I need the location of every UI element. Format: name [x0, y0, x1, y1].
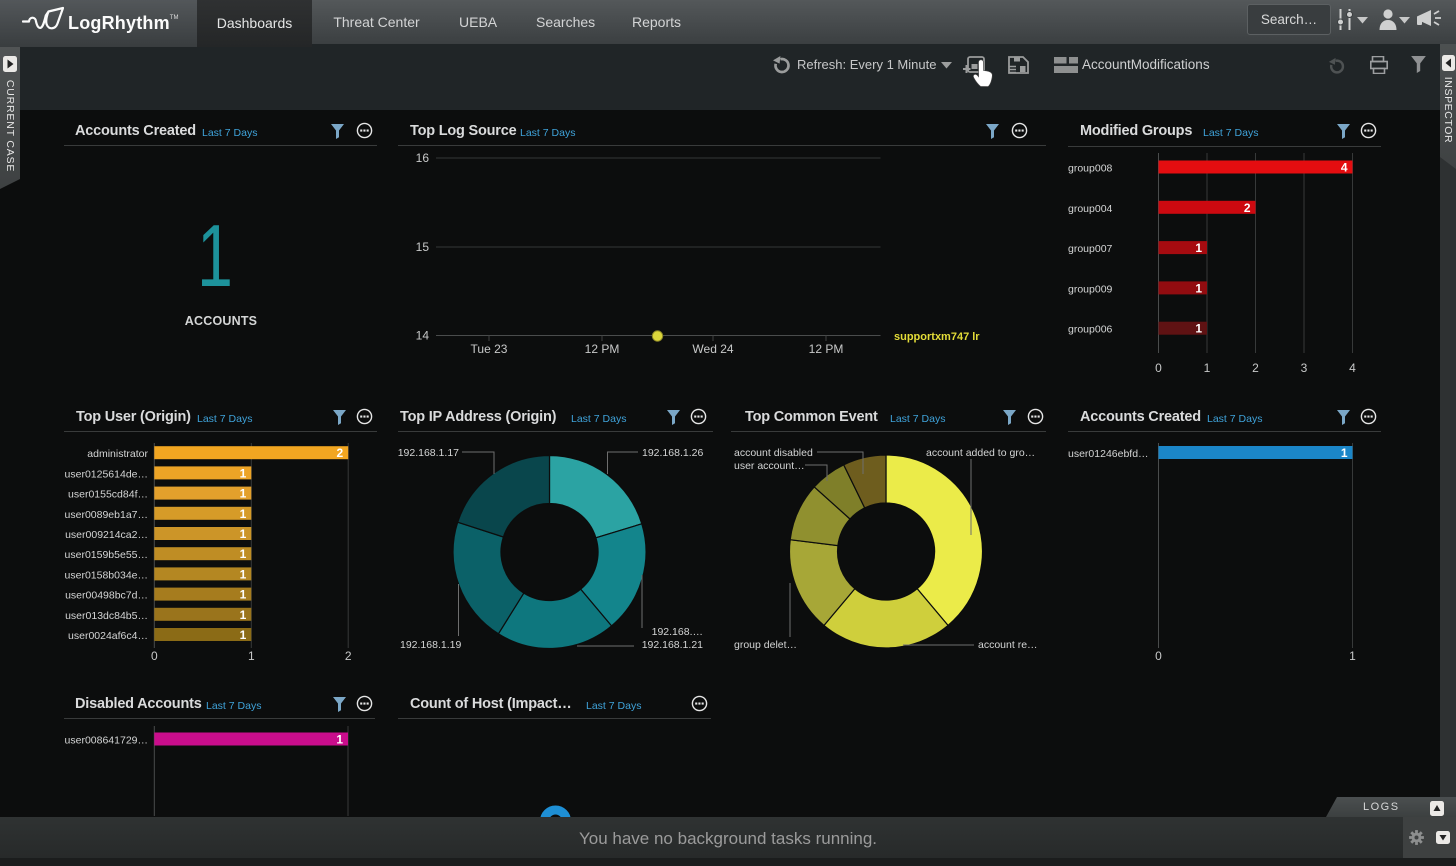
svg-text:1: 1: [1195, 322, 1202, 336]
svg-text:192.168.1.26: 192.168.1.26: [642, 447, 703, 459]
svg-text:user013dc84b5…: user013dc84b5…: [65, 610, 148, 622]
svg-text:user009214ca2…: user009214ca2…: [65, 529, 148, 541]
svg-text:user008641729…: user008641729…: [65, 735, 148, 747]
svg-text:group009: group009: [1068, 283, 1113, 295]
svg-text:user0155cd84f…: user0155cd84f…: [68, 489, 148, 501]
svg-text:192.168.1.17: 192.168.1.17: [398, 447, 459, 459]
svg-text:Tue 23: Tue 23: [471, 342, 508, 356]
svg-text:1: 1: [240, 527, 247, 541]
svg-text:account re…: account re…: [978, 639, 1038, 651]
svg-text:1: 1: [240, 608, 247, 622]
svg-text:1: 1: [240, 487, 247, 501]
svg-text:group004: group004: [1068, 203, 1113, 215]
svg-text:0: 0: [1155, 649, 1162, 663]
svg-text:1: 1: [240, 628, 247, 642]
svg-text:group006: group006: [1068, 324, 1113, 336]
svg-text:192.168.…: 192.168.…: [652, 626, 703, 638]
svg-text:user0158b034e…: user0158b034e…: [65, 569, 148, 581]
svg-text:1: 1: [1349, 649, 1356, 663]
svg-text:1: 1: [240, 567, 247, 581]
svg-text:4: 4: [1349, 361, 1356, 375]
svg-text:12 PM: 12 PM: [809, 342, 844, 356]
svg-text:user00498bc7d…: user00498bc7d…: [65, 590, 148, 602]
svg-text:1: 1: [1195, 241, 1202, 255]
svg-text:1: 1: [240, 466, 247, 480]
svg-text:0: 0: [1155, 361, 1162, 375]
svg-text:2: 2: [1244, 201, 1251, 215]
svg-text:Wed 24: Wed 24: [692, 342, 733, 356]
svg-text:192.168.1.19: 192.168.1.19: [400, 639, 461, 651]
svg-text:administrator: administrator: [87, 448, 148, 460]
svg-text:3: 3: [1301, 361, 1308, 375]
svg-text:12 PM: 12 PM: [585, 342, 620, 356]
svg-text:1: 1: [1195, 281, 1202, 295]
svg-text:0: 0: [151, 649, 158, 663]
svg-text:user0024af6c4…: user0024af6c4…: [68, 630, 148, 642]
svg-text:14: 14: [416, 329, 430, 343]
svg-text:16: 16: [416, 151, 430, 165]
svg-text:account disabled: account disabled: [734, 447, 813, 459]
svg-text:1: 1: [1341, 446, 1348, 460]
svg-text:2: 2: [345, 649, 352, 663]
svg-text:15: 15: [416, 240, 430, 254]
svg-text:account added to gro…: account added to gro…: [926, 447, 1035, 459]
svg-text:user0089eb1a7…: user0089eb1a7…: [65, 509, 148, 521]
svg-text:1: 1: [240, 507, 247, 521]
svg-text:user01246ebfd…: user01246ebfd…: [1068, 448, 1149, 460]
svg-text:2: 2: [337, 446, 344, 460]
svg-text:user0125614de…: user0125614de…: [65, 468, 148, 480]
svg-text:group delet…: group delet…: [734, 639, 797, 651]
svg-text:user account…: user account…: [734, 460, 805, 472]
svg-text:1: 1: [336, 733, 343, 747]
svg-text:group007: group007: [1068, 243, 1113, 255]
svg-text:1: 1: [248, 649, 255, 663]
svg-text:1: 1: [1204, 361, 1211, 375]
svg-text:group008: group008: [1068, 163, 1113, 175]
svg-text:supportxm747 lr: supportxm747 lr: [894, 331, 980, 343]
svg-text:4: 4: [1341, 161, 1348, 175]
svg-text:user0159b5e55…: user0159b5e55…: [65, 549, 148, 561]
svg-text:1: 1: [240, 547, 247, 561]
svg-text:1: 1: [240, 588, 247, 602]
svg-text:192.168.1.21: 192.168.1.21: [642, 639, 703, 651]
svg-text:2: 2: [1252, 361, 1259, 375]
